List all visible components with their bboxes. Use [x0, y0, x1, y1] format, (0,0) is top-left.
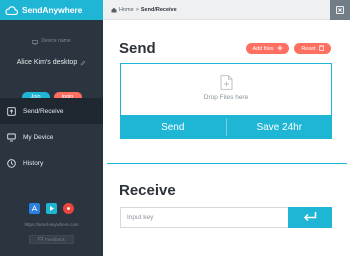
reset-button[interactable]: Reset — [294, 43, 331, 54]
app-store-icon[interactable] — [29, 203, 40, 214]
add-files-label: Add files — [252, 45, 274, 52]
feedback-label: Feedback — [45, 237, 65, 242]
sidebar-item-my-device[interactable]: My Device — [0, 124, 103, 150]
send-receive-icon — [7, 106, 16, 116]
sidebar-nav: Send/Receive My Device History — [0, 98, 103, 176]
cloud-icon — [5, 5, 19, 15]
save-24hr-button[interactable]: Save 24hr — [227, 115, 333, 139]
sidebar-item-label: Send/Receive — [23, 107, 64, 115]
store-links — [0, 203, 103, 214]
reset-label: Reset — [301, 45, 316, 52]
key-input[interactable] — [120, 207, 288, 228]
monitor-icon — [7, 133, 16, 142]
home-icon[interactable] — [111, 7, 117, 13]
sidebar-item-history[interactable]: History — [0, 150, 103, 176]
device-label: Device name — [41, 38, 71, 44]
breadcrumb-home[interactable]: Home — [119, 7, 134, 13]
breadcrumb: Home > Send/Receive — [103, 0, 350, 20]
breadcrumb-current: Send/Receive — [140, 6, 177, 13]
add-files-button[interactable]: Add files — [246, 43, 289, 54]
google-play-icon[interactable] — [46, 203, 57, 214]
file-add-icon — [220, 75, 233, 90]
send-button[interactable]: Send — [120, 115, 226, 139]
feedback-button[interactable]: Feedback — [29, 235, 74, 244]
sidebar-item-label: My Device — [23, 133, 54, 141]
device-label-row: Device name — [0, 32, 103, 50]
chat-icon — [38, 237, 44, 242]
close-panel-button[interactable] — [330, 0, 350, 20]
sidebar: SendAnywhere Device name Alice Kim's des… — [0, 0, 103, 256]
site-url[interactable]: https://send-anywhere.com — [0, 222, 103, 227]
send-action-bar: Send Save 24hr — [120, 115, 332, 139]
device-name: Alice Kim's desktop — [16, 58, 78, 66]
sidebar-item-send-receive[interactable]: Send/Receive — [0, 98, 103, 124]
plus-icon — [277, 45, 283, 53]
enter-arrow-icon — [303, 209, 317, 227]
receive-title: Receive — [119, 182, 176, 199]
monitor-icon — [32, 32, 39, 50]
trash-icon — [318, 44, 324, 53]
section-divider — [107, 163, 347, 164]
clock-icon — [7, 158, 16, 168]
breadcrumb-separator: > — [135, 6, 139, 13]
receive-submit-button[interactable] — [288, 207, 332, 228]
brand-name: SendAnywhere — [22, 5, 83, 15]
device-name-row: Alice Kim's desktop — [0, 53, 103, 71]
send-title: Send — [119, 40, 156, 57]
drop-files-text: Drop Files here — [203, 94, 249, 101]
panel-close-icon — [336, 1, 344, 19]
chrome-store-icon[interactable] — [63, 203, 74, 214]
edit-pencil-icon[interactable] — [80, 53, 86, 71]
brand-header[interactable]: SendAnywhere — [0, 0, 103, 20]
sidebar-item-label: History — [23, 159, 44, 167]
